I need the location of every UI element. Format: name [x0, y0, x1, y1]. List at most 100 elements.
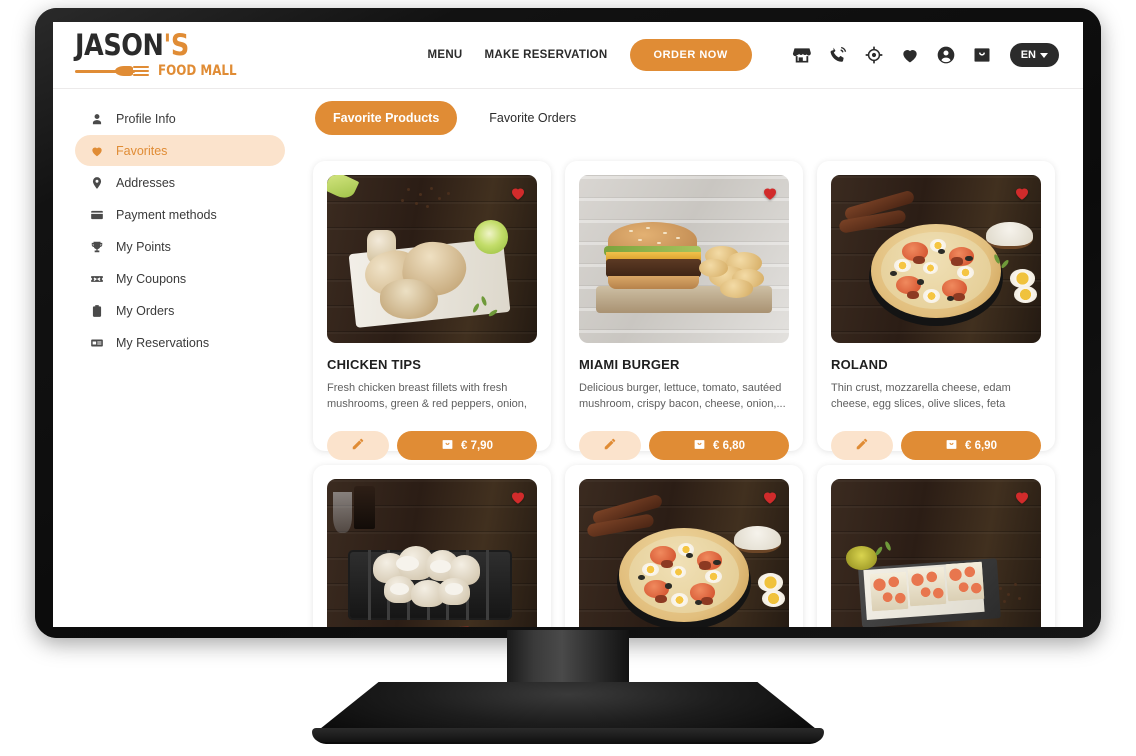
- account-sidebar: Profile Info Favorites Addresses Payment…: [53, 89, 299, 627]
- tab-favorite-orders[interactable]: Favorite Orders: [471, 101, 594, 135]
- chevron-down-icon: [1040, 52, 1048, 58]
- sidebar-item-payment-methods[interactable]: Payment methods: [75, 199, 285, 230]
- language-selector[interactable]: EN: [1009, 43, 1059, 67]
- product-title: ROLAND: [831, 357, 888, 372]
- screenshot-stage: JASON'S FOOD MALL MENU MAKE RESERVATION …: [0, 0, 1136, 756]
- monitor-stand-base-lip: [312, 728, 824, 742]
- product-description: Thin crust, mozzarella cheese, edam chee…: [831, 382, 1011, 410]
- product-card[interactable]: ROLAND Thin crust, mozzarella cheese, ed…: [817, 161, 1055, 460]
- map-pin-icon: [89, 175, 104, 190]
- product-image: [327, 479, 537, 627]
- ticket-icon: [89, 271, 104, 286]
- sidebar-item-label: My Reservations: [116, 335, 210, 350]
- add-to-cart-button[interactable]: € 6,90: [901, 431, 1041, 460]
- main-nav: MENU MAKE RESERVATION ORDER NOW EN: [427, 39, 1059, 71]
- shopping-bag-icon[interactable]: [972, 45, 992, 65]
- favorite-heart-icon[interactable]: [1013, 184, 1031, 202]
- phone-ring-icon[interactable]: [828, 45, 848, 65]
- product-photo-grilled-mushrooms: [327, 479, 537, 627]
- product-card[interactable]: [817, 465, 1055, 627]
- account-icon[interactable]: [936, 45, 956, 65]
- product-photo-miami-burger: [579, 175, 789, 343]
- sidebar-item-favorites[interactable]: Favorites: [75, 135, 285, 166]
- sidebar-item-my-coupons[interactable]: My Coupons: [75, 263, 285, 294]
- favorite-heart-icon[interactable]: [761, 488, 779, 506]
- brand-logo-tagline: FOOD MALL: [158, 63, 237, 79]
- site-header: JASON'S FOOD MALL MENU MAKE RESERVATION …: [53, 22, 1083, 89]
- favorite-products-grid: CHICKEN TIPS Fresh chicken breast fillet…: [313, 161, 1065, 627]
- product-title: MIAMI BURGER: [579, 357, 680, 372]
- product-actions: € 6,90: [831, 431, 1041, 460]
- browser-viewport: JASON'S FOOD MALL MENU MAKE RESERVATION …: [53, 22, 1083, 627]
- sidebar-item-label: Addresses: [116, 175, 176, 190]
- product-image: [831, 479, 1041, 627]
- brand-logo-name: JASON'S: [75, 31, 189, 60]
- credit-card-icon: [89, 207, 104, 222]
- sidebar-item-my-reservations[interactable]: My Reservations: [75, 327, 285, 358]
- sidebar-item-label: My Coupons: [116, 271, 187, 286]
- trophy-icon: [89, 239, 104, 254]
- product-price: € 7,90: [461, 439, 493, 452]
- product-image: [579, 479, 789, 627]
- product-photo-roland-pizza: [831, 175, 1041, 343]
- sidebar-item-label: Payment methods: [116, 207, 217, 222]
- product-image: [327, 175, 537, 343]
- favorites-tabs: Favorite Products Favorite Orders: [313, 101, 1065, 135]
- product-photo-tomato-bruschetta: [831, 479, 1041, 627]
- person-icon: [89, 111, 104, 126]
- brand-logo[interactable]: JASON'S FOOD MALL: [67, 31, 297, 79]
- sidebar-item-profile-info[interactable]: Profile Info: [75, 103, 285, 134]
- store-icon[interactable]: [792, 45, 812, 65]
- tab-favorite-products[interactable]: Favorite Products: [315, 101, 458, 135]
- nav-item-make-reservation[interactable]: MAKE RESERVATION: [485, 49, 608, 61]
- product-actions: € 6,80: [579, 431, 789, 460]
- product-card[interactable]: MIAMI BURGER Delicious burger, lettuce, …: [565, 161, 803, 460]
- sidebar-item-my-points[interactable]: My Points: [75, 231, 285, 262]
- favorite-heart-icon[interactable]: [761, 184, 779, 202]
- sidebar-item-label: Favorites: [116, 143, 168, 158]
- sidebar-item-label: My Points: [116, 239, 171, 254]
- sidebar-item-my-orders[interactable]: My Orders: [75, 295, 285, 326]
- sidebar-item-addresses[interactable]: Addresses: [75, 167, 285, 198]
- nav-item-menu[interactable]: MENU: [427, 49, 462, 61]
- product-photo-chicken-tips: [327, 175, 537, 343]
- product-description: Delicious burger, lettuce, tomato, sauté…: [579, 382, 786, 410]
- header-icon-row: EN: [792, 43, 1059, 67]
- page-content: Profile Info Favorites Addresses Payment…: [53, 89, 1083, 627]
- brand-apostrophe: 'S: [163, 28, 189, 62]
- product-actions: € 7,90: [327, 431, 537, 460]
- add-to-cart-button[interactable]: € 7,90: [397, 431, 537, 460]
- favorites-panel: Favorite Products Favorite Orders CHICKE…: [299, 89, 1083, 627]
- favorite-heart-icon[interactable]: [509, 488, 527, 506]
- reservation-icon: [89, 335, 104, 350]
- clipboard-icon: [89, 303, 104, 318]
- add-to-cart-button[interactable]: € 6,80: [649, 431, 789, 460]
- shopping-bag-icon: [693, 438, 706, 454]
- shopping-bag-icon: [441, 438, 454, 454]
- pencil-icon: [855, 437, 869, 454]
- location-target-icon[interactable]: [864, 45, 884, 65]
- pencil-icon: [603, 437, 617, 454]
- edit-product-button[interactable]: [579, 431, 641, 460]
- sidebar-item-label: Profile Info: [116, 111, 176, 126]
- brand-logo-tagline-row: FOOD MALL: [75, 63, 250, 79]
- heart-icon: [89, 143, 104, 158]
- edit-product-button[interactable]: [327, 431, 389, 460]
- language-selector-label: EN: [1020, 49, 1036, 61]
- product-image: [579, 175, 789, 343]
- product-price: € 6,90: [965, 439, 997, 452]
- product-photo-roland-pizza: [579, 479, 789, 627]
- favorite-heart-icon[interactable]: [1013, 488, 1031, 506]
- product-price: € 6,80: [713, 439, 745, 452]
- edit-product-button[interactable]: [831, 431, 893, 460]
- fork-icon: [75, 65, 153, 77]
- heart-icon[interactable]: [900, 45, 920, 65]
- product-description: Fresh chicken breast fillets with fresh …: [327, 382, 527, 410]
- product-card[interactable]: CHICKEN TIPS Fresh chicken breast fillet…: [313, 161, 551, 460]
- product-card[interactable]: [565, 465, 803, 627]
- product-title: CHICKEN TIPS: [327, 357, 422, 372]
- favorite-heart-icon[interactable]: [509, 184, 527, 202]
- product-image: [831, 175, 1041, 343]
- product-card[interactable]: [313, 465, 551, 627]
- order-now-button[interactable]: ORDER NOW: [629, 39, 752, 71]
